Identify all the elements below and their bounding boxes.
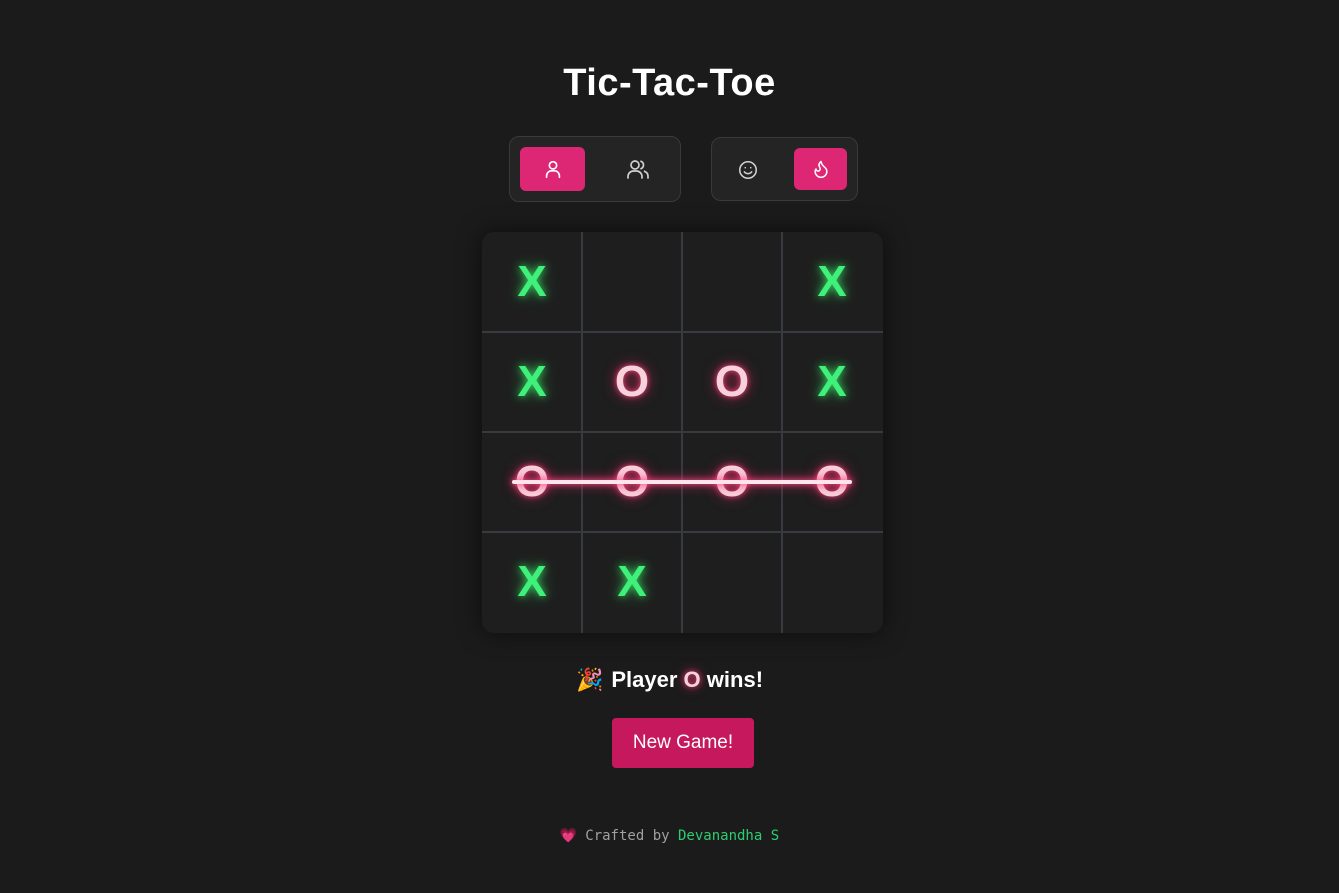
smiley-easy-icon [737,159,759,181]
board-cell-2-0[interactable]: O [482,432,582,532]
heart-icon: 💗 [559,828,578,844]
board-cell-0-2[interactable] [682,232,782,332]
o-mark: O [614,357,650,406]
x-mark: X [517,257,547,306]
easy-difficulty-button[interactable] [722,148,774,192]
board-cell-1-2[interactable]: O [682,332,782,432]
single-player-button[interactable] [520,147,585,191]
o-mark: O [514,457,550,506]
game-status: 🎉 Player O wins! [0,667,1339,693]
board-cell-0-3[interactable]: X [782,232,882,332]
o-mark: O [714,357,750,406]
board-cell-1-3[interactable]: X [782,332,882,432]
board-cell-3-2[interactable] [682,532,782,632]
board-cell-2-1[interactable]: O [582,432,682,532]
two-players-icon [625,157,651,181]
page-title: Tic-Tac-Toe [563,62,776,104]
board-cell-0-0[interactable]: X [482,232,582,332]
difficulty-toggle [711,137,858,201]
o-mark: O [614,457,650,506]
board-cell-0-1[interactable] [582,232,682,332]
footer: 💗 Crafted by Devanandha S [0,828,1339,844]
board-cell-2-3[interactable]: O [782,432,882,532]
o-mark: O [814,457,850,506]
mode-toggle [509,136,681,202]
hard-difficulty-button[interactable] [794,148,847,190]
board-cell-3-0[interactable]: X [482,532,582,632]
board-cell-1-1[interactable]: O [582,332,682,432]
status-suffix: wins! [706,667,764,692]
author-link[interactable]: Devanandha S [678,828,779,844]
board-cell-3-3[interactable] [782,532,882,632]
flame-hard-icon [811,158,831,180]
game-board: X X X O O X O O O O X X [482,232,883,633]
party-popper-icon: 🎉 [575,667,604,692]
x-mark: X [517,557,547,606]
x-mark: X [817,257,847,306]
x-mark: X [817,357,847,406]
x-mark: X [517,357,547,406]
footer-text: Crafted by [585,828,670,844]
two-players-button[interactable] [605,147,670,191]
board-cell-3-1[interactable]: X [582,532,682,632]
o-mark: O [714,457,750,506]
game-page: Tic-Tac-Toe X X X O O X O O O O X X 🎉 Pl… [0,0,1339,893]
new-game-button[interactable]: New Game! [612,718,754,768]
single-player-icon [542,158,564,180]
board-cell-1-0[interactable]: X [482,332,582,432]
x-mark: X [617,557,647,606]
status-prefix: Player [611,667,678,692]
board-cell-2-2[interactable]: O [682,432,782,532]
winner-mark: O [683,667,701,692]
